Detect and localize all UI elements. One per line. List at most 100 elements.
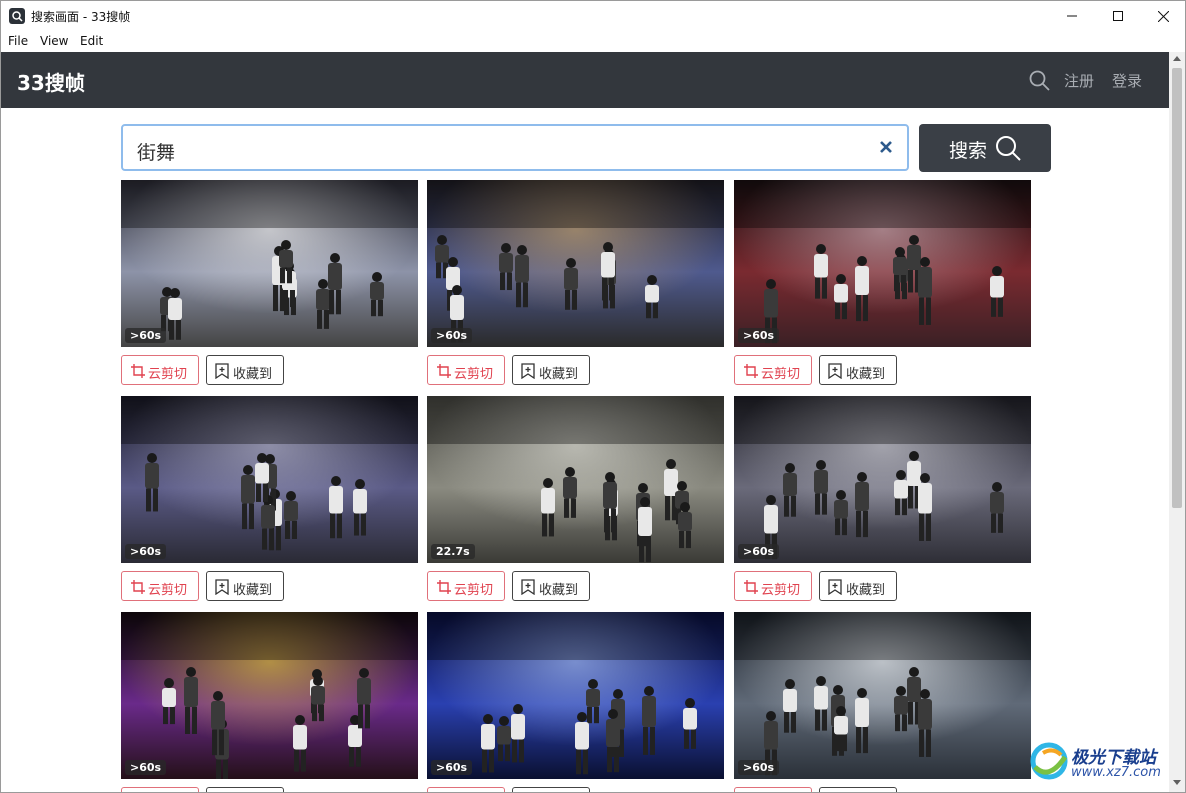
cloud-cut-label: 云剪切 — [454, 583, 494, 598]
cloud-cut-button[interactable]: 云剪切 — [121, 787, 199, 792]
favorite-label: 收藏到 — [233, 583, 273, 598]
result-card: >60s 云剪切 收藏到 — [427, 180, 724, 390]
thumbnail-image — [121, 180, 418, 347]
result-thumbnail[interactable]: >60s — [734, 180, 1031, 347]
login-link[interactable]: 登录 — [1112, 70, 1142, 91]
bookmark-add-icon — [828, 579, 842, 595]
app-header: 33搜帧 注册 登录 — [1, 52, 1169, 108]
result-thumbnail[interactable]: >60s — [427, 180, 724, 347]
favorite-label: 收藏到 — [539, 583, 579, 598]
bookmark-add-icon — [215, 363, 229, 379]
favorite-label: 收藏到 — [846, 583, 886, 598]
thumbnail-image — [734, 612, 1031, 779]
duration-badge: >60s — [125, 760, 167, 775]
cloud-cut-button[interactable]: 云剪切 — [734, 355, 812, 385]
cloud-cut-label: 云剪切 — [148, 583, 188, 598]
favorite-label: 收藏到 — [846, 367, 886, 382]
search-icon — [996, 136, 1021, 161]
maximize-button[interactable] — [1095, 1, 1141, 31]
cloud-cut-button[interactable]: 云剪切 — [121, 355, 199, 385]
window-title: 搜索画面 - 33搜帧 — [31, 10, 131, 24]
result-thumbnail[interactable]: >60s — [734, 396, 1031, 563]
result-thumbnail[interactable]: >60s — [734, 612, 1031, 779]
cloud-cut-button[interactable]: 云剪切 — [427, 355, 505, 385]
favorite-button[interactable]: 收藏到 — [512, 787, 590, 792]
thumbnail-image — [734, 180, 1031, 347]
duration-badge: >60s — [125, 328, 167, 343]
scrollbar-thumb[interactable] — [1172, 68, 1182, 508]
app-window: 搜索画面 - 33搜帧 File View Edit 33搜帧 注册 登录 街舞… — [0, 0, 1186, 793]
cloud-cut-label: 云剪切 — [454, 367, 494, 382]
close-icon — [1157, 10, 1169, 22]
watermark-logo-icon — [1030, 742, 1068, 780]
thumbnail-image — [734, 396, 1031, 563]
thumbnail-image — [427, 180, 724, 347]
bookmark-add-icon — [521, 363, 535, 379]
favorite-button[interactable]: 收藏到 — [819, 787, 897, 792]
search-button-label: 搜索 — [949, 140, 988, 162]
thumbnail-image — [121, 612, 418, 779]
register-link[interactable]: 注册 — [1064, 70, 1094, 91]
crop-icon — [437, 580, 451, 594]
result-thumbnail[interactable]: >60s — [121, 396, 418, 563]
duration-badge: 22.7s — [431, 544, 475, 559]
crop-icon — [744, 580, 758, 594]
search-input[interactable]: 街舞 — [121, 124, 909, 171]
scroll-up-arrow-icon[interactable] — [1173, 56, 1181, 61]
favorite-button[interactable]: 收藏到 — [206, 355, 284, 385]
cloud-cut-button[interactable]: 云剪切 — [427, 787, 505, 792]
favorite-button[interactable]: 收藏到 — [512, 571, 590, 601]
favorite-button[interactable]: 收藏到 — [512, 355, 590, 385]
favorite-label: 收藏到 — [539, 367, 579, 382]
result-card: >60s 云剪切 收藏到 — [734, 396, 1031, 606]
close-button[interactable] — [1140, 1, 1185, 31]
result-thumbnail[interactable]: >60s — [427, 612, 724, 779]
minimize-icon — [1067, 15, 1077, 17]
duration-badge: >60s — [431, 328, 473, 343]
result-card: 22.7s 云剪切 收藏到 — [427, 396, 724, 606]
maximize-icon — [1113, 11, 1123, 21]
duration-badge: >60s — [738, 544, 780, 559]
menu-edit[interactable]: Edit — [80, 34, 103, 48]
favorite-button[interactable]: 收藏到 — [206, 787, 284, 792]
cloud-cut-label: 云剪切 — [761, 583, 801, 598]
menu-view[interactable]: View — [40, 34, 68, 48]
cloud-cut-label: 云剪切 — [761, 367, 801, 382]
menu-bar: File View Edit — [1, 31, 1185, 52]
result-card: >60s 云剪切 收藏到 — [734, 612, 1031, 792]
cloud-cut-label: 云剪切 — [148, 367, 188, 382]
duration-badge: >60s — [738, 760, 780, 775]
search-input-value[interactable]: 街舞 — [137, 138, 175, 165]
brand-logo[interactable]: 33搜帧 — [17, 67, 85, 96]
favorite-button[interactable]: 收藏到 — [819, 355, 897, 385]
main-content: 街舞 搜索 >60s 云剪切 收藏到 >60s 云剪切 收藏到 >60s 云剪切 收藏到 >60s… — [1, 108, 1169, 792]
favorite-label: 收藏到 — [233, 367, 273, 382]
favorite-button[interactable]: 收藏到 — [206, 571, 284, 601]
cloud-cut-button[interactable]: 云剪切 — [734, 571, 812, 601]
result-card: >60s 云剪切 收藏到 — [121, 396, 418, 606]
vertical-scrollbar[interactable] — [1169, 52, 1185, 792]
bookmark-add-icon — [521, 579, 535, 595]
clear-icon[interactable] — [879, 140, 893, 154]
thumbnail-image — [427, 396, 724, 563]
cloud-cut-button[interactable]: 云剪切 — [427, 571, 505, 601]
search-icon — [1029, 70, 1050, 91]
cloud-cut-button[interactable]: 云剪切 — [734, 787, 812, 792]
result-thumbnail[interactable]: >60s — [121, 612, 418, 779]
result-thumbnail[interactable]: 22.7s — [427, 396, 724, 563]
crop-icon — [131, 580, 145, 594]
title-bar: 搜索画面 - 33搜帧 — [1, 1, 1185, 31]
menu-file[interactable]: File — [8, 34, 28, 48]
thumbnail-image — [427, 612, 724, 779]
bookmark-add-icon — [828, 363, 842, 379]
result-thumbnail[interactable]: >60s — [121, 180, 418, 347]
favorite-button[interactable]: 收藏到 — [819, 571, 897, 601]
cloud-cut-button[interactable]: 云剪切 — [121, 571, 199, 601]
crop-icon — [744, 364, 758, 378]
app-logo-icon — [9, 8, 25, 24]
minimize-button[interactable] — [1049, 1, 1095, 31]
search-button[interactable]: 搜索 — [919, 124, 1051, 172]
result-card: >60s 云剪切 收藏到 — [121, 180, 418, 390]
header-search-button[interactable] — [1029, 70, 1050, 95]
thumbnail-image — [121, 396, 418, 563]
